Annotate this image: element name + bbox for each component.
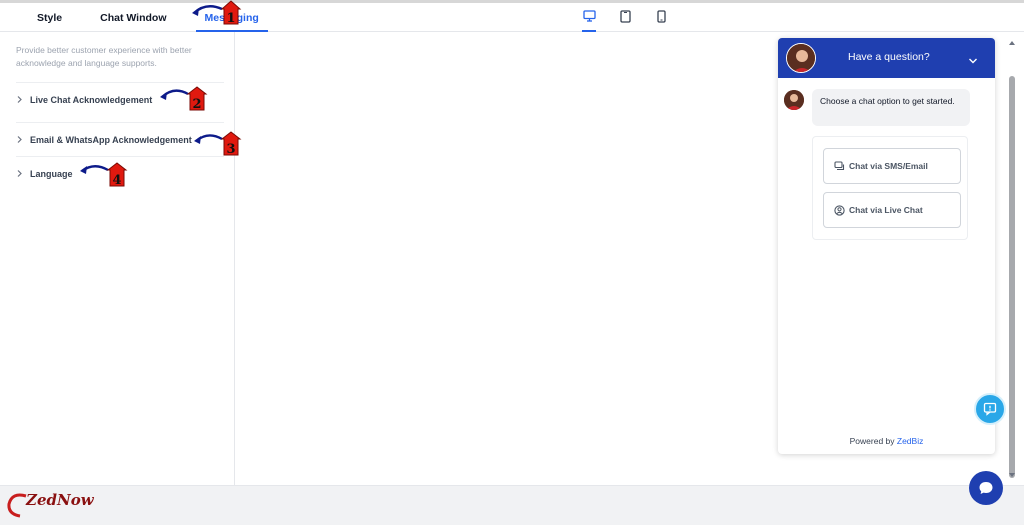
- mobile-icon[interactable]: [654, 10, 668, 32]
- powered-by-brand-link[interactable]: ZedBiz: [897, 436, 923, 446]
- chevron-right-icon: [16, 95, 30, 104]
- svg-text:2: 2: [192, 97, 201, 112]
- chevron-down-icon[interactable]: [968, 52, 978, 70]
- agent-avatar-small: [784, 90, 804, 110]
- section-label: Language: [30, 168, 73, 179]
- top-toolbar: Style Chat Window Messaging: [0, 0, 1024, 32]
- tab-style[interactable]: Style: [28, 3, 71, 32]
- scrollbar-thumb[interactable]: [1009, 76, 1015, 478]
- section-label: Live Chat Acknowledgement: [30, 94, 153, 105]
- chevron-right-icon: [16, 135, 30, 144]
- scroll-down-icon[interactable]: [1008, 472, 1016, 478]
- chat-options-card: Chat via SMS/Email Chat via Live Chat: [812, 136, 968, 240]
- feedback-button[interactable]: [974, 393, 1006, 425]
- device-switcher: [582, 10, 668, 32]
- section-label: Email & WhatsApp Acknowledgement: [30, 134, 192, 145]
- svg-text:3: 3: [226, 142, 235, 157]
- bottom-bar: [0, 485, 1024, 525]
- panel-description: Provide better customer experience with …: [16, 45, 192, 68]
- tab-chat-window[interactable]: Chat Window: [91, 3, 175, 32]
- chat-via-sms-email-button[interactable]: Chat via SMS/Email: [823, 148, 961, 184]
- powered-by: Powered by ZedBiz: [849, 436, 924, 446]
- svg-text:4: 4: [112, 173, 121, 188]
- widget-title: Have a question?: [848, 51, 930, 63]
- scroll-up-icon[interactable]: [1008, 40, 1016, 46]
- annotation-4: 4: [80, 162, 128, 188]
- chat-bubble-icon: [979, 482, 993, 494]
- feedback-icon: [983, 402, 997, 416]
- annotation-2: 2: [160, 86, 208, 112]
- chat-launcher-button[interactable]: [969, 471, 1003, 505]
- desktop-icon[interactable]: [582, 10, 596, 32]
- option-label: Chat via SMS/Email: [849, 161, 928, 171]
- annotation-1: 1: [192, 0, 242, 26]
- tablet-icon[interactable]: [618, 10, 632, 32]
- widget-header: Have a question?: [778, 38, 995, 78]
- chevron-right-icon: [16, 169, 30, 178]
- preview-scrollbar[interactable]: [1007, 38, 1017, 484]
- user-circle-icon: [834, 204, 845, 216]
- agent-avatar: [786, 43, 816, 73]
- chat-widget-preview: Have a question? Choose a chat option to…: [778, 38, 995, 454]
- greeting-message: Choose a chat option to get started.: [812, 89, 970, 126]
- option-label: Chat via Live Chat: [849, 205, 923, 215]
- chat-via-live-chat-button[interactable]: Chat via Live Chat: [823, 192, 961, 228]
- chat-bubble-icon: [834, 160, 845, 170]
- svg-text:1: 1: [226, 11, 235, 26]
- zednow-logo: ZedNow: [6, 490, 94, 522]
- annotation-3: 3: [194, 131, 242, 157]
